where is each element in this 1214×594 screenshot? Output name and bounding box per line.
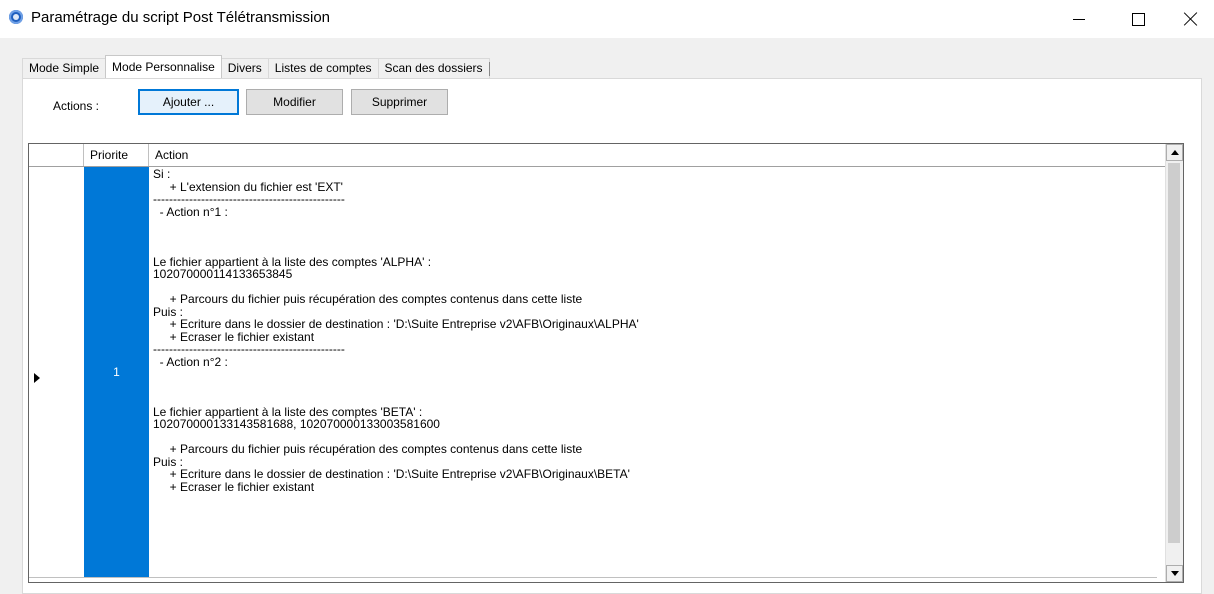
app-gear-icon	[9, 10, 23, 24]
window-title: Paramétrage du script Post Télétransmiss…	[31, 9, 331, 26]
minimize-icon	[1073, 18, 1085, 20]
tab-mode-personnalise[interactable]: Mode Personnalise	[105, 55, 222, 78]
tab-panel: Actions : Ajouter ... Modifier Supprimer…	[22, 78, 1202, 594]
tab-divers[interactable]: Divers	[220, 58, 269, 78]
actions-grid[interactable]: Priorite Action 1 Si : + L'extension du …	[28, 143, 1184, 583]
priority-column-header[interactable]: Priorite	[84, 144, 149, 166]
minimize-button[interactable]	[1056, 0, 1102, 38]
vertical-scrollbar[interactable]	[1165, 144, 1183, 582]
arrow-up-icon	[1170, 150, 1179, 155]
scroll-thumb[interactable]	[1168, 163, 1180, 543]
row-selector-header	[29, 144, 84, 166]
actions-label: Actions :	[53, 99, 100, 113]
action-column-header[interactable]: Action	[149, 144, 1171, 166]
row-selector[interactable]	[29, 167, 85, 577]
scroll-up-button[interactable]	[1166, 144, 1183, 161]
grid-header: Priorite Action	[29, 144, 1171, 167]
priority-cell[interactable]: 1	[84, 167, 149, 577]
tab-mode-simple[interactable]: Mode Simple	[22, 58, 107, 78]
client-area: Mode Simple Mode Personnalise Divers Lis…	[0, 38, 1214, 594]
close-icon	[1184, 12, 1198, 26]
delete-button[interactable]: Supprimer	[351, 89, 448, 115]
maximize-icon	[1131, 12, 1145, 26]
add-button[interactable]: Ajouter ...	[138, 89, 239, 115]
tab-scan-des-dossiers[interactable]: Scan des dossiers	[377, 58, 490, 78]
row-divider	[29, 577, 1157, 578]
arrow-down-icon	[1170, 571, 1179, 576]
close-button[interactable]	[1168, 0, 1214, 38]
tab-strip: Mode Simple Mode Personnalise Divers Lis…	[22, 55, 490, 78]
table-row[interactable]: 1 Si : + L'extension du fichier est 'EXT…	[29, 167, 1157, 581]
scroll-down-button[interactable]	[1166, 565, 1183, 582]
action-cell[interactable]: Si : + L'extension du fichier est 'EXT' …	[150, 167, 1157, 577]
title-bar: Paramétrage du script Post Télétransmiss…	[0, 0, 1214, 38]
maximize-button[interactable]	[1115, 0, 1161, 38]
edit-button[interactable]: Modifier	[246, 89, 343, 115]
tab-listes-de-comptes[interactable]: Listes de comptes	[267, 58, 379, 78]
current-row-arrow-icon	[34, 373, 40, 383]
